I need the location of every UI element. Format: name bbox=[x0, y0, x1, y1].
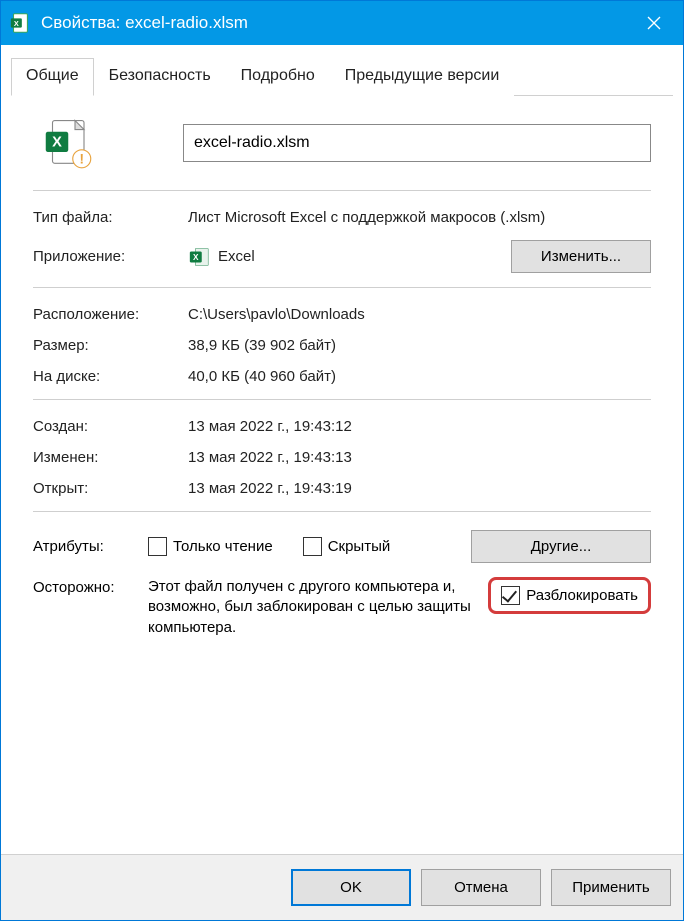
advanced-attributes-button[interactable]: Другие... bbox=[471, 530, 651, 563]
modified-value: 13 мая 2022 г., 19:43:13 bbox=[188, 449, 651, 466]
svg-text:!: ! bbox=[80, 151, 85, 166]
svg-text:X: X bbox=[193, 252, 199, 261]
location-value: C:\Users\pavlo\Downloads bbox=[188, 306, 651, 323]
ondisk-value: 40,0 КБ (40 960 байт) bbox=[188, 368, 651, 385]
hidden-checkbox[interactable]: Скрытый bbox=[303, 537, 391, 556]
tab-security[interactable]: Безопасность bbox=[94, 58, 226, 96]
tab-strip: Общие Безопасность Подробно Предыдущие в… bbox=[11, 57, 673, 96]
separator bbox=[33, 511, 651, 512]
separator bbox=[33, 190, 651, 191]
svg-text:X: X bbox=[52, 134, 62, 150]
checkbox-checked-icon bbox=[501, 586, 520, 605]
created-label: Создан: bbox=[33, 418, 188, 435]
modified-label: Изменен: bbox=[33, 449, 188, 466]
window-title: Свойства: excel-radio.xlsm bbox=[41, 13, 625, 33]
excel-app-icon: X bbox=[188, 246, 210, 268]
file-type-icon: X ! bbox=[39, 116, 93, 170]
size-value: 38,9 КБ (39 902 байт) bbox=[188, 337, 651, 354]
accessed-value: 13 мая 2022 г., 19:43:19 bbox=[188, 480, 651, 497]
change-app-button[interactable]: Изменить... bbox=[511, 240, 651, 273]
filetype-label: Тип файла: bbox=[33, 209, 188, 226]
unblock-label: Разблокировать bbox=[526, 587, 638, 604]
separator bbox=[33, 399, 651, 400]
app-label: Приложение: bbox=[33, 248, 188, 265]
tab-details[interactable]: Подробно bbox=[226, 58, 330, 96]
properties-dialog: X Свойства: excel-radio.xlsm Общие Безоп… bbox=[0, 0, 684, 921]
created-value: 13 мая 2022 г., 19:43:12 bbox=[188, 418, 651, 435]
hidden-label: Скрытый bbox=[328, 538, 391, 555]
checkbox-icon bbox=[148, 537, 167, 556]
close-button[interactable] bbox=[625, 1, 683, 45]
accessed-label: Открыт: bbox=[33, 480, 188, 497]
excel-file-icon: X bbox=[9, 12, 31, 34]
filename-input[interactable] bbox=[183, 124, 651, 162]
tab-previous-versions[interactable]: Предыдущие версии bbox=[330, 58, 515, 96]
dialog-footer: OK Отмена Применить bbox=[1, 854, 683, 920]
separator bbox=[33, 287, 651, 288]
ok-button[interactable]: OK bbox=[291, 869, 411, 906]
tab-general-body: X ! Тип файла: Лист Microsoft Excel с по… bbox=[11, 96, 673, 854]
checkbox-icon bbox=[303, 537, 322, 556]
svg-text:X: X bbox=[14, 19, 19, 28]
size-label: Размер: bbox=[33, 337, 188, 354]
ondisk-label: На диске: bbox=[33, 368, 188, 385]
unblock-checkbox[interactable]: Разблокировать bbox=[501, 586, 638, 605]
dialog-content: Общие Безопасность Подробно Предыдущие в… bbox=[1, 45, 683, 854]
app-value: Excel bbox=[218, 248, 511, 265]
caution-label: Осторожно: bbox=[33, 577, 148, 596]
close-icon bbox=[647, 16, 661, 30]
titlebar: X Свойства: excel-radio.xlsm bbox=[1, 1, 683, 45]
location-label: Расположение: bbox=[33, 306, 188, 323]
filetype-value: Лист Microsoft Excel с поддержкой макрос… bbox=[188, 209, 651, 226]
readonly-label: Только чтение bbox=[173, 538, 273, 555]
apply-button[interactable]: Применить bbox=[551, 869, 671, 906]
tab-general[interactable]: Общие bbox=[11, 58, 94, 96]
security-warning-text: Этот файл получен с другого компьютера и… bbox=[148, 577, 484, 638]
unblock-highlight: Разблокировать bbox=[488, 577, 651, 614]
attributes-label: Атрибуты: bbox=[33, 538, 148, 555]
readonly-checkbox[interactable]: Только чтение bbox=[148, 537, 273, 556]
cancel-button[interactable]: Отмена bbox=[421, 869, 541, 906]
